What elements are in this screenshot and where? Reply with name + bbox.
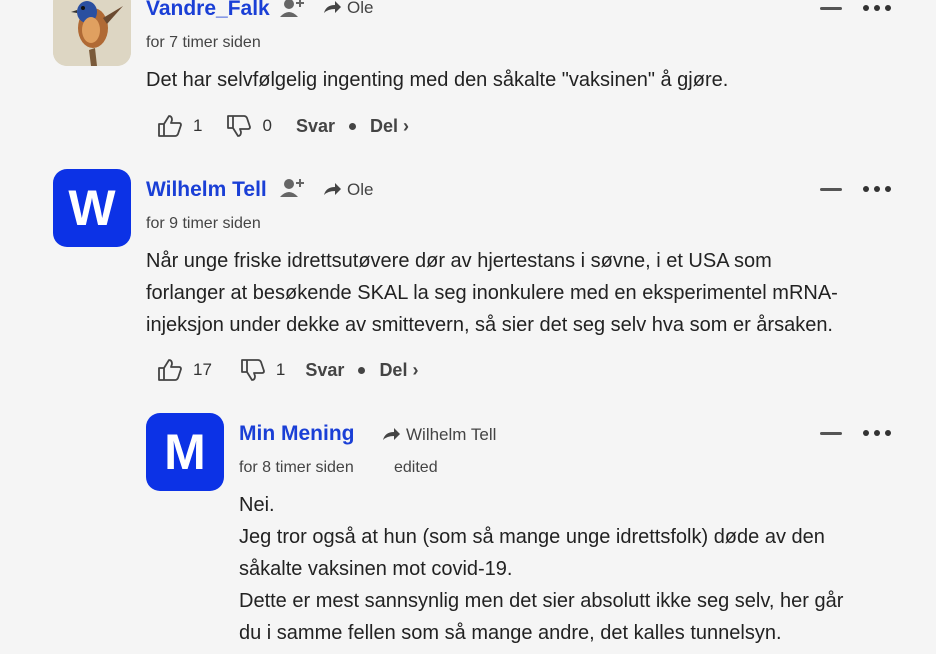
- comment-text: Det har selvfølgelig ingenting med den s…: [146, 64, 728, 96]
- like-button[interactable]: 1: [157, 114, 202, 138]
- comment-timestamp: for 9 timer siden: [146, 215, 261, 232]
- dot: [885, 186, 891, 192]
- avatar[interactable]: M: [146, 413, 224, 491]
- comment-line: såkalte vaksinen mot covid-19.: [239, 558, 513, 580]
- thumbs-down-icon: [227, 115, 252, 137]
- username-link[interactable]: Vandre_Falk: [146, 0, 270, 21]
- share-button[interactable]: Del ›: [370, 116, 409, 137]
- avatar[interactable]: [53, 0, 131, 66]
- comment-timestamp: for 7 timer siden: [146, 34, 261, 51]
- reply-to-indicator[interactable]: Wilhelm Tell: [381, 425, 496, 445]
- dot: [885, 430, 891, 436]
- username-link[interactable]: Wilhelm Tell: [146, 178, 267, 202]
- collapse-button[interactable]: [820, 188, 842, 191]
- collapse-button[interactable]: [820, 432, 842, 435]
- like-count: 17: [193, 360, 212, 379]
- reply-arrow-icon: [383, 428, 400, 440]
- dot: [874, 430, 880, 436]
- comment-line: forlanger at besøkende SKAL la seg inonk…: [146, 282, 838, 304]
- user-plus-icon[interactable]: [280, 177, 306, 199]
- dislike-count: 0: [262, 116, 272, 135]
- reply-button[interactable]: Svar: [296, 116, 335, 137]
- reply-to-name: Ole: [347, 180, 374, 199]
- like-button[interactable]: 17: [157, 358, 212, 382]
- comment-line: Nei.: [239, 494, 275, 516]
- collapse-button[interactable]: [820, 7, 842, 10]
- dislike-count: 1: [275, 360, 286, 379]
- thumbs-up-icon: [158, 359, 182, 381]
- comment-timestamp: for 8 timer siden: [239, 459, 354, 476]
- reply-to-name: Ole: [347, 0, 374, 17]
- reply-button[interactable]: Svar: [305, 360, 344, 381]
- avatar[interactable]: W: [53, 169, 131, 247]
- reply-arrow-icon: [324, 183, 341, 195]
- reply-to-indicator[interactable]: Ole: [322, 180, 373, 200]
- share-button[interactable]: Del ›: [379, 360, 418, 381]
- thumbs-up-icon: [158, 115, 182, 137]
- comment-line: Dette er mest sannsynlig men det sier ab…: [239, 590, 844, 612]
- dot: [863, 5, 869, 11]
- edited-label: edited: [394, 459, 438, 476]
- comment-line: Det har selvfølgelig ingenting med den s…: [146, 69, 729, 91]
- bird-avatar-image: [53, 0, 131, 66]
- reply-arrow-icon: [324, 1, 341, 13]
- dislike-button[interactable]: 0: [226, 114, 272, 138]
- thumbs-down-icon: [241, 359, 265, 381]
- dot: [874, 186, 880, 192]
- separator-dot: [358, 366, 366, 374]
- comment-line: Jeg tror også at hun (som så mange unge …: [239, 526, 825, 548]
- comment-line: Når unge friske idrettsutøvere dør av hj…: [146, 250, 772, 272]
- comment-text: Når unge friske idrettsutøvere dør av hj…: [146, 245, 838, 341]
- dot: [885, 5, 891, 11]
- dislike-button[interactable]: 1: [240, 358, 285, 382]
- user-plus-icon[interactable]: [280, 0, 306, 19]
- dot: [863, 186, 869, 192]
- comment-line: injeksjon under dekke av smittevern, så …: [146, 314, 833, 336]
- reply-to-indicator[interactable]: Ole: [322, 0, 373, 18]
- reply-to-name: Wilhelm Tell: [406, 425, 497, 444]
- more-options-button[interactable]: [863, 186, 891, 192]
- comment-actions: 1 0 Svar Del ›: [157, 114, 409, 138]
- comment-line: du i samme fellen som så mange andre, de…: [239, 622, 782, 644]
- like-count: 1: [193, 116, 203, 135]
- username-link[interactable]: Min Mening: [239, 422, 354, 446]
- dot: [874, 5, 880, 11]
- comment-actions: 17 1 Svar Del ›: [157, 358, 418, 382]
- dot: [863, 430, 869, 436]
- more-options-button[interactable]: [863, 430, 891, 436]
- separator-dot: [348, 122, 356, 130]
- comment-text: Nei. Jeg tror også at hun (som så mange …: [239, 489, 843, 649]
- more-options-button[interactable]: [863, 5, 891, 11]
